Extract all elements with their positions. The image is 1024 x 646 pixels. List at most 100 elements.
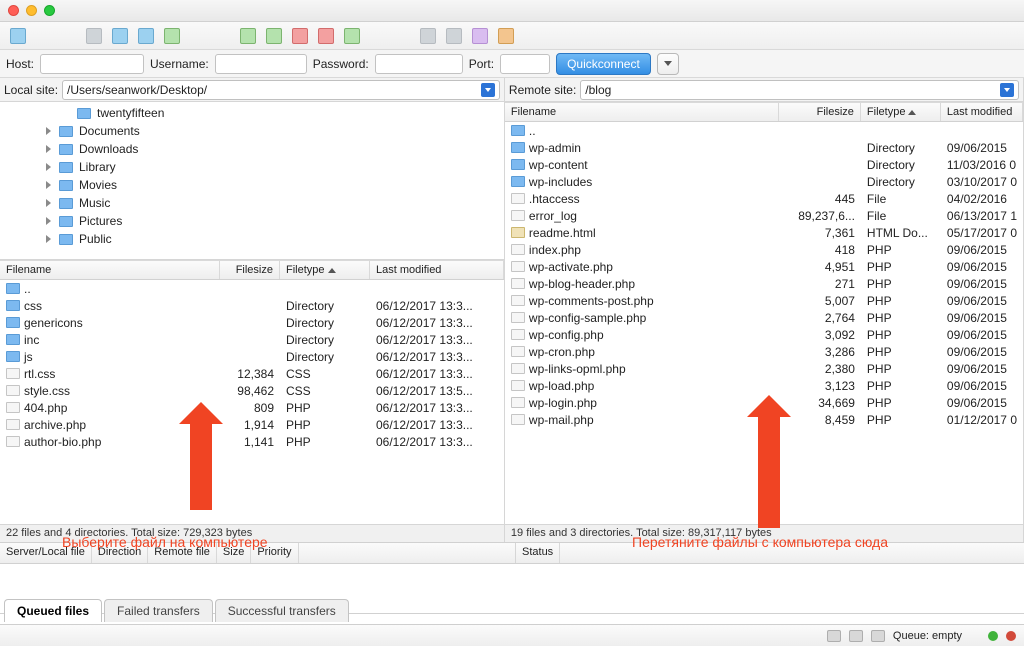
col-filename[interactable]: Filename (0, 261, 220, 279)
disclosure-triangle-icon[interactable] (46, 163, 51, 171)
tree-item[interactable]: Movies (0, 176, 504, 194)
tree-item[interactable]: Music (0, 194, 504, 212)
file-row[interactable]: wp-links-opml.php2,380PHP09/06/2015 (505, 360, 1023, 377)
col-filetype[interactable]: Filetype (861, 103, 941, 121)
tab-failed-transfers[interactable]: Failed transfers (104, 599, 213, 622)
disclosure-triangle-icon[interactable] (46, 145, 51, 153)
toggle-queue-icon[interactable] (138, 28, 154, 44)
search-icon[interactable] (446, 28, 462, 44)
maximize-dot[interactable] (44, 5, 55, 16)
file-size: 12,384 (220, 367, 280, 381)
file-row[interactable]: error_log89,237,6...File06/13/2017 1 (505, 207, 1023, 224)
file-name: wp-comments-post.php (529, 294, 654, 308)
col-filename[interactable]: Filename (505, 103, 779, 121)
local-tree[interactable]: twentyfifteenDocumentsDownloadsLibraryMo… (0, 102, 504, 260)
host-input[interactable] (40, 54, 144, 74)
local-file-list[interactable]: ..cssDirectory06/12/2017 13:3...generico… (0, 280, 504, 524)
file-row[interactable]: index.php418PHP09/06/2015 (505, 241, 1023, 258)
file-size: 7,361 (779, 226, 861, 240)
col-filetype[interactable]: Filetype (280, 261, 370, 279)
local-column-header[interactable]: Filename Filesize Filetype Last modified (0, 260, 504, 280)
quickconnect-button[interactable]: Quickconnect (556, 53, 651, 75)
quickconnect-history-dropdown[interactable] (657, 53, 679, 75)
file-row[interactable]: wp-config.php3,092PHP09/06/2015 (505, 326, 1023, 343)
file-modified: 09/06/2015 (941, 141, 1023, 155)
username-input[interactable] (215, 54, 307, 74)
remote-column-header[interactable]: Filename Filesize Filetype Last modified (505, 102, 1023, 122)
toggle-tree-icon[interactable] (112, 28, 128, 44)
tree-item[interactable]: Pictures (0, 212, 504, 230)
col-lastmod[interactable]: Last modified (370, 261, 504, 279)
file-row[interactable]: style.css98,462CSS06/12/2017 13:5... (0, 382, 504, 399)
file-row[interactable]: readme.html7,361HTML Do...05/17/2017 0 (505, 224, 1023, 241)
site-manager-icon[interactable] (10, 28, 26, 44)
file-modified: 06/12/2017 13:3... (370, 316, 504, 330)
file-row[interactable]: wp-blog-header.php271PHP09/06/2015 (505, 275, 1023, 292)
minimize-dot[interactable] (26, 5, 37, 16)
file-row[interactable]: wp-includesDirectory03/10/2017 0 (505, 173, 1023, 190)
local-path-combo[interactable]: /Users/seanwork/Desktop/ (62, 80, 500, 100)
col-filesize[interactable]: Filesize (220, 261, 280, 279)
file-row[interactable]: wp-load.php3,123PHP09/06/2015 (505, 377, 1023, 394)
col-filesize[interactable]: Filesize (779, 103, 861, 121)
file-row[interactable]: cssDirectory06/12/2017 13:3... (0, 297, 504, 314)
tree-item[interactable]: Library (0, 158, 504, 176)
file-row[interactable]: incDirectory06/12/2017 13:3... (0, 331, 504, 348)
file-row[interactable]: .htaccess445File04/02/2016 (505, 190, 1023, 207)
file-row[interactable]: author-bio.php1,141PHP06/12/2017 13:3... (0, 433, 504, 450)
file-row[interactable]: archive.php1,914PHP06/12/2017 13:3... (0, 416, 504, 433)
file-icon (511, 312, 525, 323)
close-dot[interactable] (8, 5, 19, 16)
col-lastmod[interactable]: Last modified (941, 103, 1023, 121)
folder-icon (59, 144, 73, 155)
toggle-log-icon[interactable] (86, 28, 102, 44)
stop-icon[interactable] (292, 28, 308, 44)
binoculars-icon[interactable] (498, 28, 514, 44)
file-row[interactable]: .. (505, 122, 1023, 139)
file-row[interactable]: rtl.css12,384CSS06/12/2017 13:3... (0, 365, 504, 382)
tab-successful-transfers[interactable]: Successful transfers (215, 599, 349, 622)
file-name: wp-config-sample.php (529, 311, 646, 325)
disclosure-triangle-icon[interactable] (46, 127, 51, 135)
chevron-down-icon[interactable] (481, 83, 495, 97)
reconnect-icon[interactable] (344, 28, 360, 44)
refresh-icon-1[interactable] (164, 28, 180, 44)
disclosure-triangle-icon[interactable] (46, 235, 51, 243)
tree-item[interactable]: Downloads (0, 140, 504, 158)
disconnect-icon[interactable] (318, 28, 334, 44)
file-row[interactable]: .. (0, 280, 504, 297)
file-name: wp-blog-header.php (529, 277, 635, 291)
file-modified: 09/06/2015 (941, 260, 1023, 274)
file-row[interactable]: wp-adminDirectory09/06/2015 (505, 139, 1023, 156)
file-row[interactable]: wp-comments-post.php5,007PHP09/06/2015 (505, 292, 1023, 309)
port-input[interactable] (500, 54, 550, 74)
file-row[interactable]: wp-contentDirectory11/03/2016 0 (505, 156, 1023, 173)
password-input[interactable] (375, 54, 463, 74)
file-row[interactable]: 404.php809PHP06/12/2017 13:3... (0, 399, 504, 416)
bookmark-icon[interactable] (472, 28, 488, 44)
sync-browse-icon[interactable] (240, 28, 256, 44)
tab-queued-files[interactable]: Queued files (4, 599, 102, 622)
file-type: PHP (861, 396, 941, 410)
disclosure-triangle-icon[interactable] (46, 181, 51, 189)
queue-col[interactable]: Status (516, 543, 560, 563)
tree-item[interactable]: Documents (0, 122, 504, 140)
file-row[interactable]: wp-activate.php4,951PHP09/06/2015 (505, 258, 1023, 275)
sort-asc-icon (328, 268, 336, 273)
disclosure-triangle-icon[interactable] (46, 217, 51, 225)
file-type: CSS (280, 367, 370, 381)
file-icon (511, 278, 525, 289)
file-row[interactable]: wp-config-sample.php2,764PHP09/06/2015 (505, 309, 1023, 326)
file-row[interactable]: genericonsDirectory06/12/2017 13:3... (0, 314, 504, 331)
tree-item[interactable]: twentyfifteen (0, 104, 504, 122)
disclosure-triangle-icon[interactable] (46, 199, 51, 207)
filter-icon[interactable] (420, 28, 436, 44)
tree-item[interactable]: Public (0, 230, 504, 248)
compare-icon[interactable] (266, 28, 282, 44)
file-row[interactable]: jsDirectory06/12/2017 13:3... (0, 348, 504, 365)
file-row[interactable]: wp-cron.php3,286PHP09/06/2015 (505, 343, 1023, 360)
chevron-down-icon[interactable] (1000, 83, 1014, 97)
remote-path-combo[interactable]: /blog (580, 80, 1019, 100)
file-modified: 09/06/2015 (941, 362, 1023, 376)
port-label: Port: (469, 57, 494, 71)
